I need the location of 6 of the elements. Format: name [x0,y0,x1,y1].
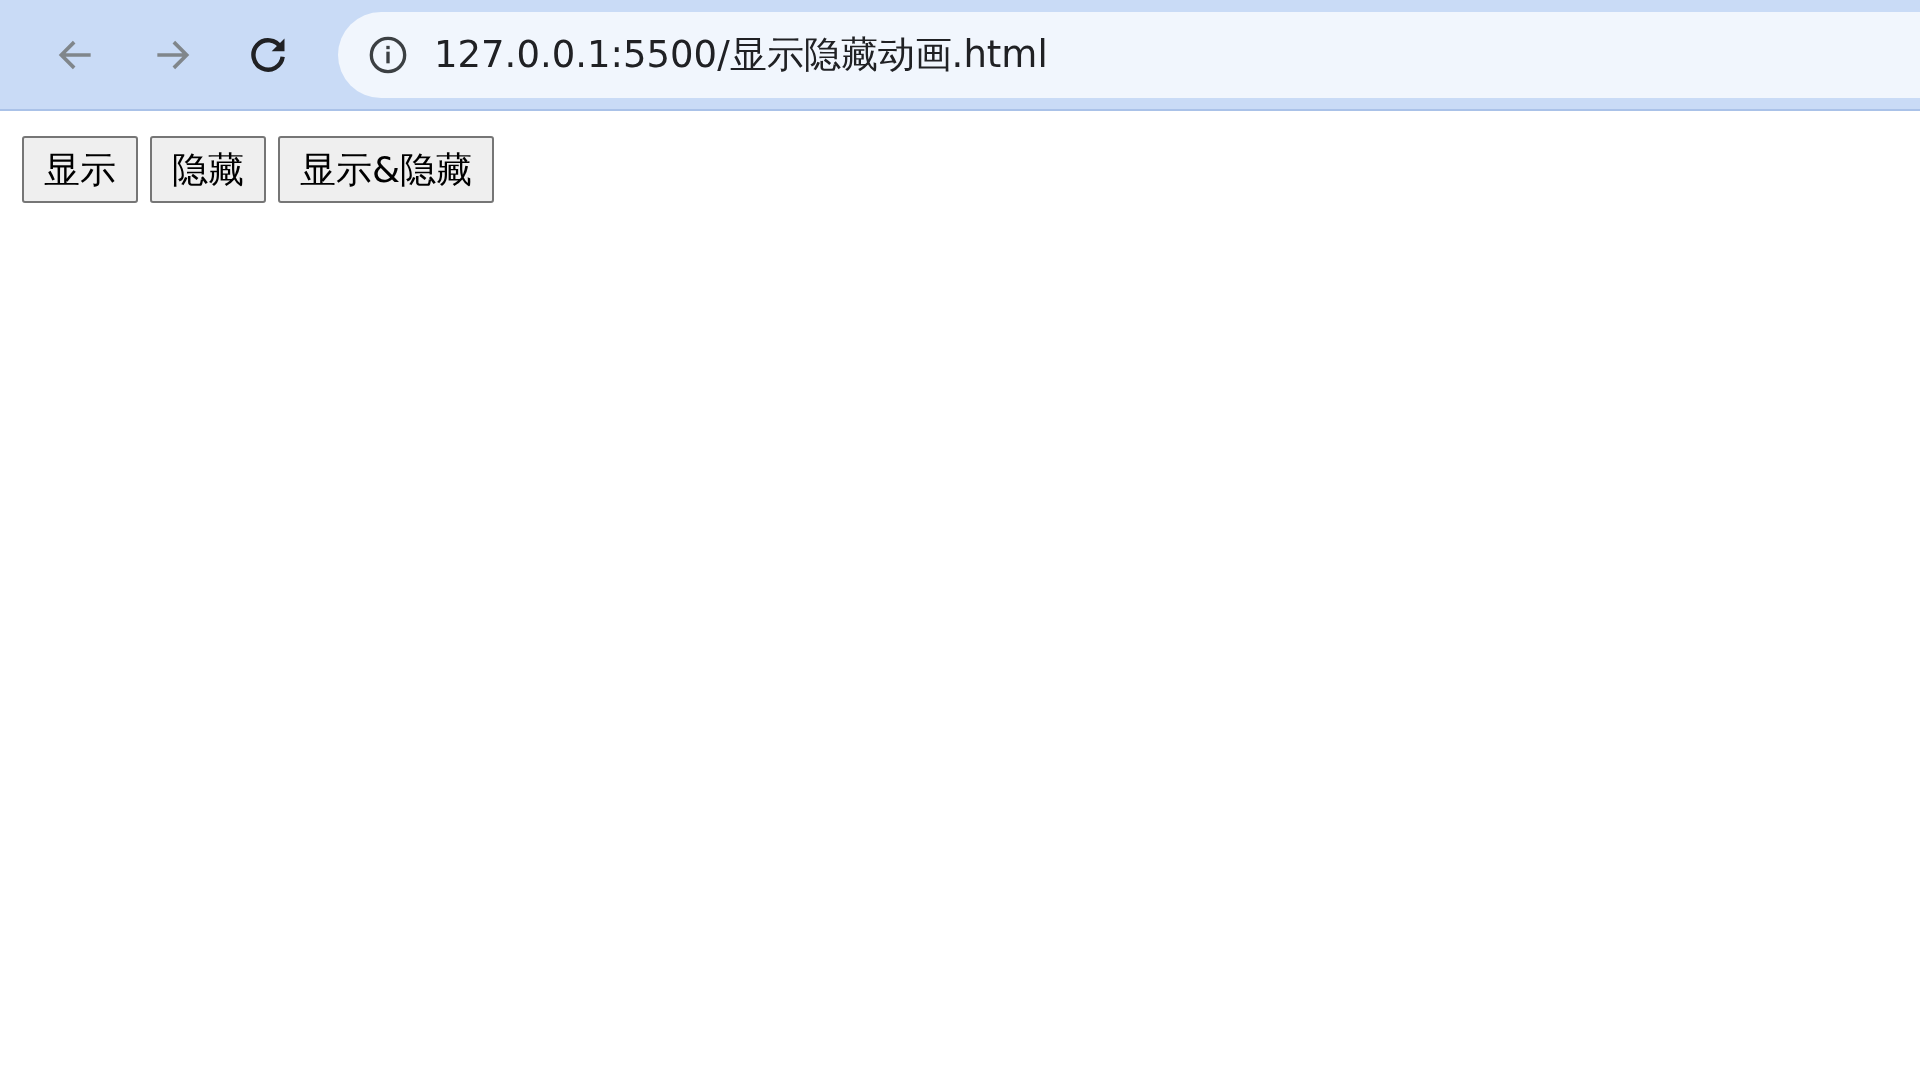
page-button[interactable]: 显示 [22,136,138,204]
url-text: 127.0.0.1:5500/显示隐藏动画.html [434,31,1048,78]
address-bar[interactable]: 127.0.0.1:5500/显示隐藏动画.html [338,11,1920,98]
page-button[interactable]: 隐藏 [150,136,266,204]
page-button[interactable]: 显示&隐藏 [278,136,495,204]
info-icon [368,34,408,75]
